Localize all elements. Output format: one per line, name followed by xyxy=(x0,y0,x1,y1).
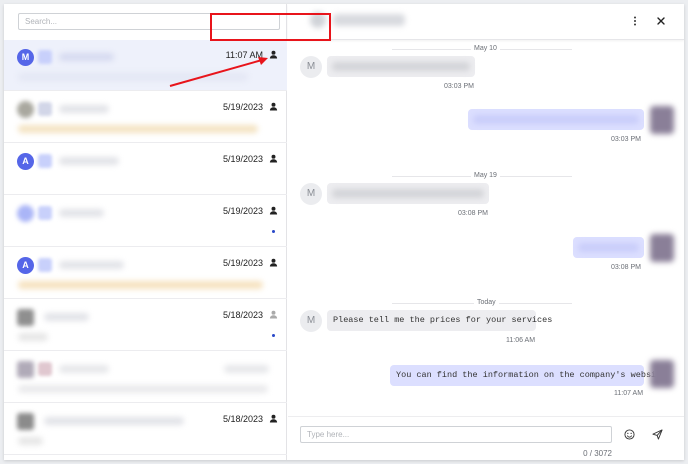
avatar xyxy=(17,413,34,430)
conversation-date: 5/19/2023 xyxy=(222,258,263,268)
chat-panel: May 10 M 03:03 PM 03:03 PM May 19 M 03:0… xyxy=(288,4,684,460)
chat-app: M 11:07 AM 5/19/2023 A 5/19/2023 xyxy=(4,4,684,460)
date-redacted xyxy=(224,365,269,373)
conversation-item[interactable]: 5/19/2023 xyxy=(4,196,287,247)
conversation-item[interactable] xyxy=(4,352,287,403)
avatar: M xyxy=(17,49,34,66)
message-composer: 0 / 3072 xyxy=(288,416,684,460)
contact-name-redacted xyxy=(59,209,104,217)
day-label: Today xyxy=(474,299,499,306)
message-time: 03:03 PM xyxy=(444,83,474,90)
conversation-date: 5/19/2023 xyxy=(222,154,263,164)
user-icon xyxy=(269,414,278,423)
avatar-badge xyxy=(38,206,52,220)
message-text: You can find the information on the comp… xyxy=(396,370,667,380)
send-icon[interactable] xyxy=(652,429,663,440)
contact-name-redacted xyxy=(333,14,405,26)
user-avatar xyxy=(650,360,674,388)
day-label: May 10 xyxy=(471,45,500,52)
contact-name-redacted xyxy=(59,53,114,61)
message-bubble-outgoing xyxy=(468,109,644,130)
avatar: A xyxy=(17,153,34,170)
more-vertical-icon[interactable] xyxy=(629,15,641,27)
message-bubble-incoming xyxy=(327,183,489,204)
message-text-redacted xyxy=(332,62,470,71)
avatar: M xyxy=(300,310,322,332)
avatar xyxy=(17,361,34,378)
close-icon[interactable] xyxy=(655,15,667,27)
message-time: 11:06 AM xyxy=(506,337,536,344)
avatar-badge xyxy=(38,102,52,116)
conversation-item[interactable]: 5/19/2023 xyxy=(4,92,287,143)
message-text-redacted xyxy=(332,189,484,198)
last-message-redacted xyxy=(18,437,43,445)
avatar-badge xyxy=(38,154,52,168)
day-label: May 19 xyxy=(471,172,500,179)
chat-header xyxy=(288,4,684,40)
message-text: Please tell me the prices for your servi… xyxy=(333,315,553,325)
character-count: 0 / 3072 xyxy=(583,449,612,458)
conversation-date: 5/18/2023 xyxy=(222,310,263,320)
contact-name-redacted xyxy=(44,313,89,321)
avatar xyxy=(17,101,34,118)
message-time: 03:03 PM xyxy=(611,136,641,143)
user-icon xyxy=(269,50,278,59)
conversation-date: 11:07 AM xyxy=(225,50,263,60)
contact-name-redacted xyxy=(44,417,184,425)
avatar: M xyxy=(300,183,322,205)
conversation-date: 5/19/2023 xyxy=(222,102,263,112)
user-icon xyxy=(269,258,278,267)
message-time: 11:07 AM xyxy=(614,390,644,397)
last-message-redacted xyxy=(18,333,48,341)
conversation-list-panel: M 11:07 AM 5/19/2023 A 5/19/2023 xyxy=(4,4,287,460)
conversation-date: 5/18/2023 xyxy=(222,414,263,424)
annotation-highlight-box xyxy=(210,13,331,41)
user-icon xyxy=(269,206,278,215)
avatar-badge xyxy=(38,50,52,64)
unread-dot xyxy=(272,334,275,337)
contact-name-redacted xyxy=(59,157,119,165)
conversation-item[interactable]: A 5/19/2023 xyxy=(4,144,287,195)
message-text-redacted xyxy=(473,115,639,124)
message-bubble-incoming: Please tell me the prices for your servi… xyxy=(327,310,553,331)
avatar: A xyxy=(17,257,34,274)
avatar-badge xyxy=(38,258,52,272)
emoji-icon[interactable] xyxy=(624,429,635,440)
conversation-item[interactable]: 5/18/2023 xyxy=(4,300,287,351)
contact-name-redacted xyxy=(59,105,109,113)
conversation-item[interactable]: M 11:07 AM xyxy=(4,40,287,91)
last-message-redacted xyxy=(18,125,258,133)
message-bubble-incoming xyxy=(327,56,475,77)
message-input[interactable] xyxy=(300,426,612,443)
conversation-item[interactable]: 5/18/2023 xyxy=(4,404,287,455)
message-text-redacted xyxy=(578,243,639,252)
message-time: 03:08 PM xyxy=(611,264,641,271)
user-avatar xyxy=(650,106,674,134)
last-message-redacted xyxy=(18,73,248,81)
avatar: M xyxy=(300,56,322,78)
user-icon xyxy=(269,154,278,163)
conversation-item[interactable]: A 5/19/2023 xyxy=(4,248,287,299)
message-bubble-outgoing xyxy=(573,237,644,258)
message-bubble-outgoing: You can find the information on the comp… xyxy=(390,365,667,386)
avatar xyxy=(17,205,34,222)
user-icon xyxy=(269,102,278,111)
avatar-badge xyxy=(38,362,52,376)
user-icon xyxy=(269,310,278,319)
contact-name-redacted xyxy=(59,261,124,269)
user-avatar xyxy=(650,234,674,262)
avatar xyxy=(17,309,34,326)
message-time: 03:08 PM xyxy=(458,210,488,217)
last-message-redacted xyxy=(18,281,263,289)
last-message-redacted xyxy=(18,385,268,393)
conversation-date: 5/19/2023 xyxy=(222,206,263,216)
unread-dot xyxy=(272,230,275,233)
contact-name-redacted xyxy=(59,365,109,373)
